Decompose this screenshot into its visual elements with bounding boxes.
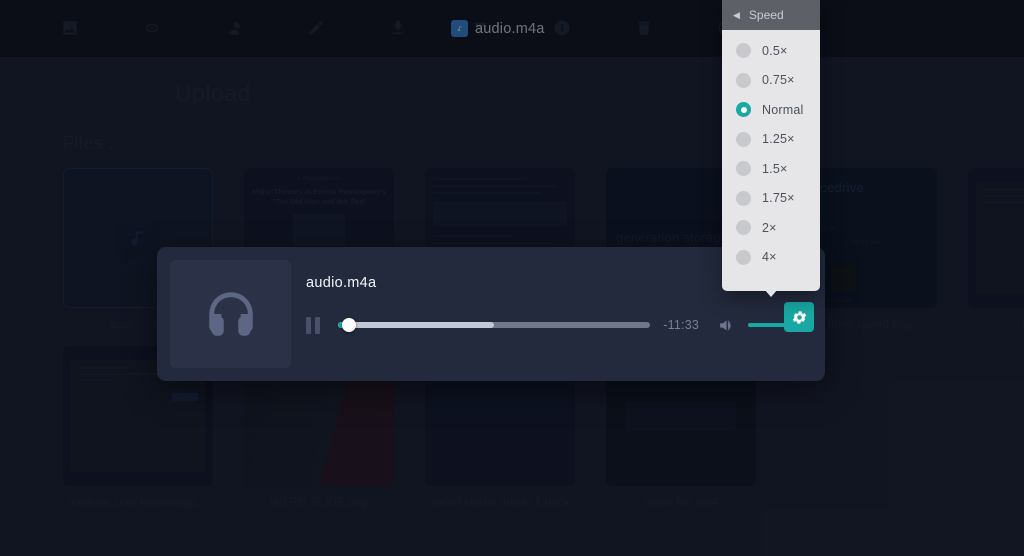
speed-option-selected[interactable]: Normal bbox=[722, 95, 820, 125]
player-track-title: audio.m4a bbox=[306, 275, 377, 291]
speed-option[interactable]: 4× bbox=[722, 243, 820, 273]
pause-icon[interactable] bbox=[306, 316, 322, 334]
player-controls: -11:33 bbox=[306, 307, 811, 343]
radio-icon-selected[interactable] bbox=[736, 102, 751, 118]
seek-buffered bbox=[338, 322, 495, 328]
seek-slider[interactable] bbox=[338, 316, 651, 334]
seek-handle[interactable] bbox=[342, 318, 357, 332]
speed-option-label: 1.25× bbox=[762, 132, 795, 147]
radio-icon[interactable] bbox=[736, 220, 751, 236]
volume-icon[interactable] bbox=[717, 317, 736, 334]
speed-option-label: 1.75× bbox=[762, 191, 795, 206]
radio-icon[interactable] bbox=[736, 43, 751, 59]
speed-option[interactable]: 1.75× bbox=[722, 184, 820, 214]
gear-icon[interactable] bbox=[784, 302, 814, 332]
speed-option-label: 1.5× bbox=[762, 161, 788, 176]
chevron-left-icon[interactable]: ◀ bbox=[733, 10, 740, 20]
radio-icon[interactable] bbox=[736, 161, 751, 177]
speed-option-label: 2× bbox=[762, 220, 777, 235]
radio-icon[interactable] bbox=[736, 190, 751, 206]
speed-option[interactable]: 1.5× bbox=[722, 154, 820, 184]
radio-icon[interactable] bbox=[736, 249, 751, 265]
speed-menu-pointer bbox=[764, 289, 778, 297]
speed-option[interactable]: 0.5× bbox=[722, 36, 820, 66]
speed-option-label: 4× bbox=[762, 250, 777, 265]
radio-icon[interactable] bbox=[736, 131, 751, 147]
speed-menu: ◀ Speed 0.5× 0.75× Normal 1.25× 1.5× 1.7… bbox=[722, 0, 820, 291]
audio-player-screen: audio.m4a Upload Files audio.m4a A Prese… bbox=[0, 0, 1024, 556]
speed-option[interactable]: 2× bbox=[722, 213, 820, 243]
speed-option-label: 0.75× bbox=[762, 73, 795, 88]
speed-menu-header[interactable]: ◀ Speed bbox=[722, 0, 820, 30]
speed-option[interactable]: 0.75× bbox=[722, 66, 820, 96]
speed-option-label: 0.5× bbox=[762, 43, 788, 58]
radio-icon[interactable] bbox=[736, 72, 751, 88]
speed-option-list: 0.5× 0.75× Normal 1.25× 1.5× 1.75× 2× 4× bbox=[722, 30, 820, 272]
speed-menu-title: Speed bbox=[748, 8, 784, 22]
headphones-icon bbox=[170, 260, 291, 368]
speed-option-label: Normal bbox=[762, 102, 804, 117]
time-remaining: -11:33 bbox=[663, 318, 699, 332]
speed-option[interactable]: 1.25× bbox=[722, 125, 820, 155]
